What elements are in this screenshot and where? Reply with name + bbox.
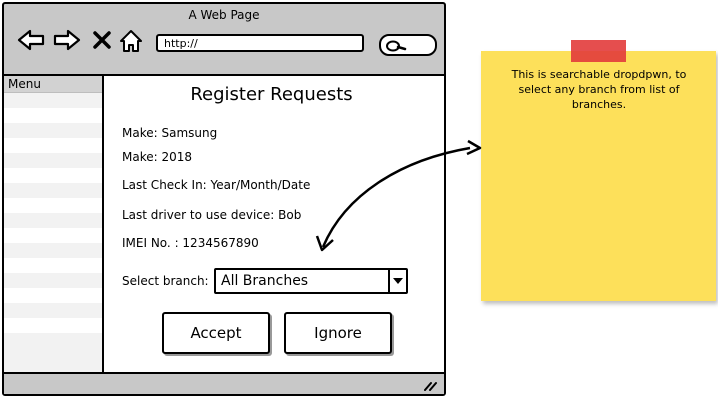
- annotation-connector-arrow: [315, 139, 482, 252]
